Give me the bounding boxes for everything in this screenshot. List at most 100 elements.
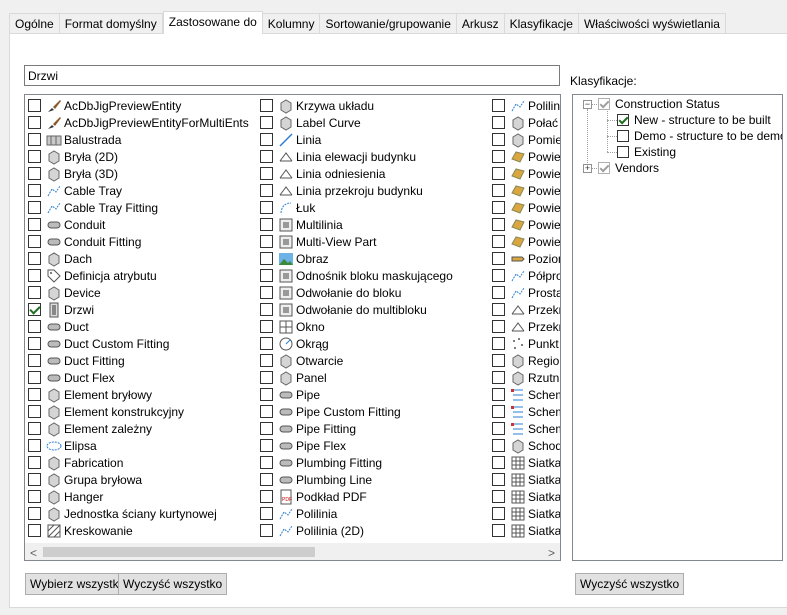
- item-checkbox[interactable]: [28, 320, 41, 333]
- item-checkbox[interactable]: [492, 337, 505, 350]
- classification-tree[interactable]: − Construction Status New - structure to…: [572, 94, 783, 561]
- item-checkbox[interactable]: [28, 252, 41, 265]
- list-item[interactable]: Siatka: [492, 522, 560, 539]
- item-checkbox[interactable]: [260, 524, 273, 537]
- item-checkbox[interactable]: [492, 439, 505, 452]
- list-item[interactable]: Krzywa układu: [260, 97, 500, 114]
- item-checkbox[interactable]: [28, 490, 41, 503]
- item-checkbox[interactable]: [28, 388, 41, 401]
- list-item[interactable]: Odwołanie do multibloku: [260, 301, 500, 318]
- item-checkbox[interactable]: [260, 99, 273, 112]
- item-checkbox[interactable]: [28, 439, 41, 452]
- list-item[interactable]: Elipsa: [28, 437, 268, 454]
- item-checkbox[interactable]: [28, 133, 41, 146]
- list-item[interactable]: Przekrój: [492, 301, 560, 318]
- list-item[interactable]: Schemat: [492, 386, 560, 403]
- item-checkbox[interactable]: [260, 337, 273, 350]
- item-checkbox[interactable]: [492, 354, 505, 367]
- item-checkbox[interactable]: [260, 269, 273, 282]
- list-item[interactable]: Element zależny: [28, 420, 268, 437]
- item-checkbox[interactable]: [28, 201, 41, 214]
- item-checkbox[interactable]: [492, 524, 505, 537]
- list-item[interactable]: Pipe: [260, 386, 500, 403]
- list-item[interactable]: Plumbing Line: [260, 471, 500, 488]
- list-item[interactable]: Powierzchnia: [492, 165, 560, 182]
- item-checkbox[interactable]: [28, 286, 41, 299]
- item-checkbox[interactable]: [492, 320, 505, 333]
- list-item[interactable]: AcDbJigPreviewEntity: [28, 97, 268, 114]
- list-item[interactable]: Przekrój: [492, 318, 560, 335]
- item-checkbox[interactable]: [260, 388, 273, 401]
- tree-checkbox[interactable]: [598, 162, 610, 174]
- item-checkbox[interactable]: [260, 405, 273, 418]
- list-item[interactable]: Duct Flex: [28, 369, 268, 386]
- item-checkbox[interactable]: [492, 269, 505, 282]
- item-checkbox[interactable]: [492, 286, 505, 299]
- item-checkbox[interactable]: [28, 473, 41, 486]
- list-item[interactable]: Definicja atrybutu: [28, 267, 268, 284]
- list-item[interactable]: Region: [492, 352, 560, 369]
- item-checkbox[interactable]: [28, 422, 41, 435]
- tab-7[interactable]: Właściwości wyświetlania: [578, 13, 726, 34]
- list-item[interactable]: Linia elewacji budynku: [260, 148, 500, 165]
- list-item[interactable]: Polilinia (2D): [260, 522, 500, 539]
- scroll-thumb[interactable]: [43, 547, 315, 557]
- tab-0[interactable]: Ogólne: [9, 13, 60, 34]
- list-item[interactable]: Obraz: [260, 250, 500, 267]
- item-checkbox[interactable]: [260, 507, 273, 520]
- list-item[interactable]: Element bryłowy: [28, 386, 268, 403]
- item-checkbox[interactable]: [492, 99, 505, 112]
- list-item[interactable]: Polilinia: [260, 505, 500, 522]
- item-checkbox[interactable]: [28, 456, 41, 469]
- tab-4[interactable]: Sortowanie/grupowanie: [320, 13, 457, 34]
- list-item[interactable]: Schody: [492, 437, 560, 454]
- list-item[interactable]: Linia przekroju budynku: [260, 182, 500, 199]
- list-item[interactable]: Multilinia: [260, 216, 500, 233]
- list-item[interactable]: Łuk: [260, 199, 500, 216]
- list-item[interactable]: Powierzchnia: [492, 199, 560, 216]
- item-checkbox[interactable]: [260, 133, 273, 146]
- list-item[interactable]: Conduit: [28, 216, 268, 233]
- item-checkbox[interactable]: [28, 167, 41, 180]
- list-item[interactable]: Schemat: [492, 403, 560, 420]
- item-checkbox[interactable]: [260, 184, 273, 197]
- item-checkbox[interactable]: [492, 456, 505, 469]
- list-item[interactable]: Multi-View Part: [260, 233, 500, 250]
- item-checkbox[interactable]: [260, 473, 273, 486]
- item-checkbox[interactable]: [492, 201, 505, 214]
- tree-node-vendors[interactable]: Vendors: [598, 160, 659, 176]
- item-checkbox[interactable]: [28, 337, 41, 350]
- list-item[interactable]: Okrąg: [260, 335, 500, 352]
- list-item[interactable]: Hanger: [28, 488, 268, 505]
- item-checkbox[interactable]: [28, 218, 41, 231]
- tab-6[interactable]: Klasyfikacje: [504, 13, 579, 34]
- list-item[interactable]: Powierzchnia: [492, 216, 560, 233]
- item-checkbox[interactable]: [28, 99, 41, 112]
- item-checkbox[interactable]: [260, 150, 273, 163]
- list-item[interactable]: Label Curve: [260, 114, 500, 131]
- item-checkbox[interactable]: [492, 167, 505, 180]
- tree-node-existing[interactable]: Existing: [617, 144, 676, 160]
- item-checkbox[interactable]: [492, 405, 505, 418]
- tab-1[interactable]: Format domyślny: [59, 13, 163, 34]
- list-item[interactable]: Cable Tray Fitting: [28, 199, 268, 216]
- item-checkbox[interactable]: [492, 422, 505, 435]
- list-item[interactable]: Device: [28, 284, 268, 301]
- object-type-list[interactable]: AcDbJigPreviewEntity AcDbJigPreviewEntity…: [24, 94, 561, 561]
- list-item[interactable]: Powierzchnia: [492, 148, 560, 165]
- item-checkbox[interactable]: [28, 269, 41, 282]
- list-item[interactable]: Powierzchnia: [492, 233, 560, 250]
- item-checkbox[interactable]: [260, 490, 273, 503]
- item-checkbox[interactable]: [492, 150, 505, 163]
- list-item[interactable]: Linia odniesienia: [260, 165, 500, 182]
- list-item[interactable]: Element konstrukcyjny: [28, 403, 268, 420]
- expand-icon[interactable]: +: [583, 164, 592, 173]
- list-item[interactable]: Pipe Custom Fitting: [260, 403, 500, 420]
- list-item[interactable]: Odnośnik bloku maskującego: [260, 267, 500, 284]
- item-checkbox[interactable]: [28, 184, 41, 197]
- collapse-icon[interactable]: −: [583, 100, 592, 109]
- list-item[interactable]: Siatka: [492, 471, 560, 488]
- list-item[interactable]: Schemat: [492, 420, 560, 437]
- list-item[interactable]: AcDbJigPreviewEntityForMultiEnts: [28, 114, 268, 131]
- item-checkbox[interactable]: [260, 303, 273, 316]
